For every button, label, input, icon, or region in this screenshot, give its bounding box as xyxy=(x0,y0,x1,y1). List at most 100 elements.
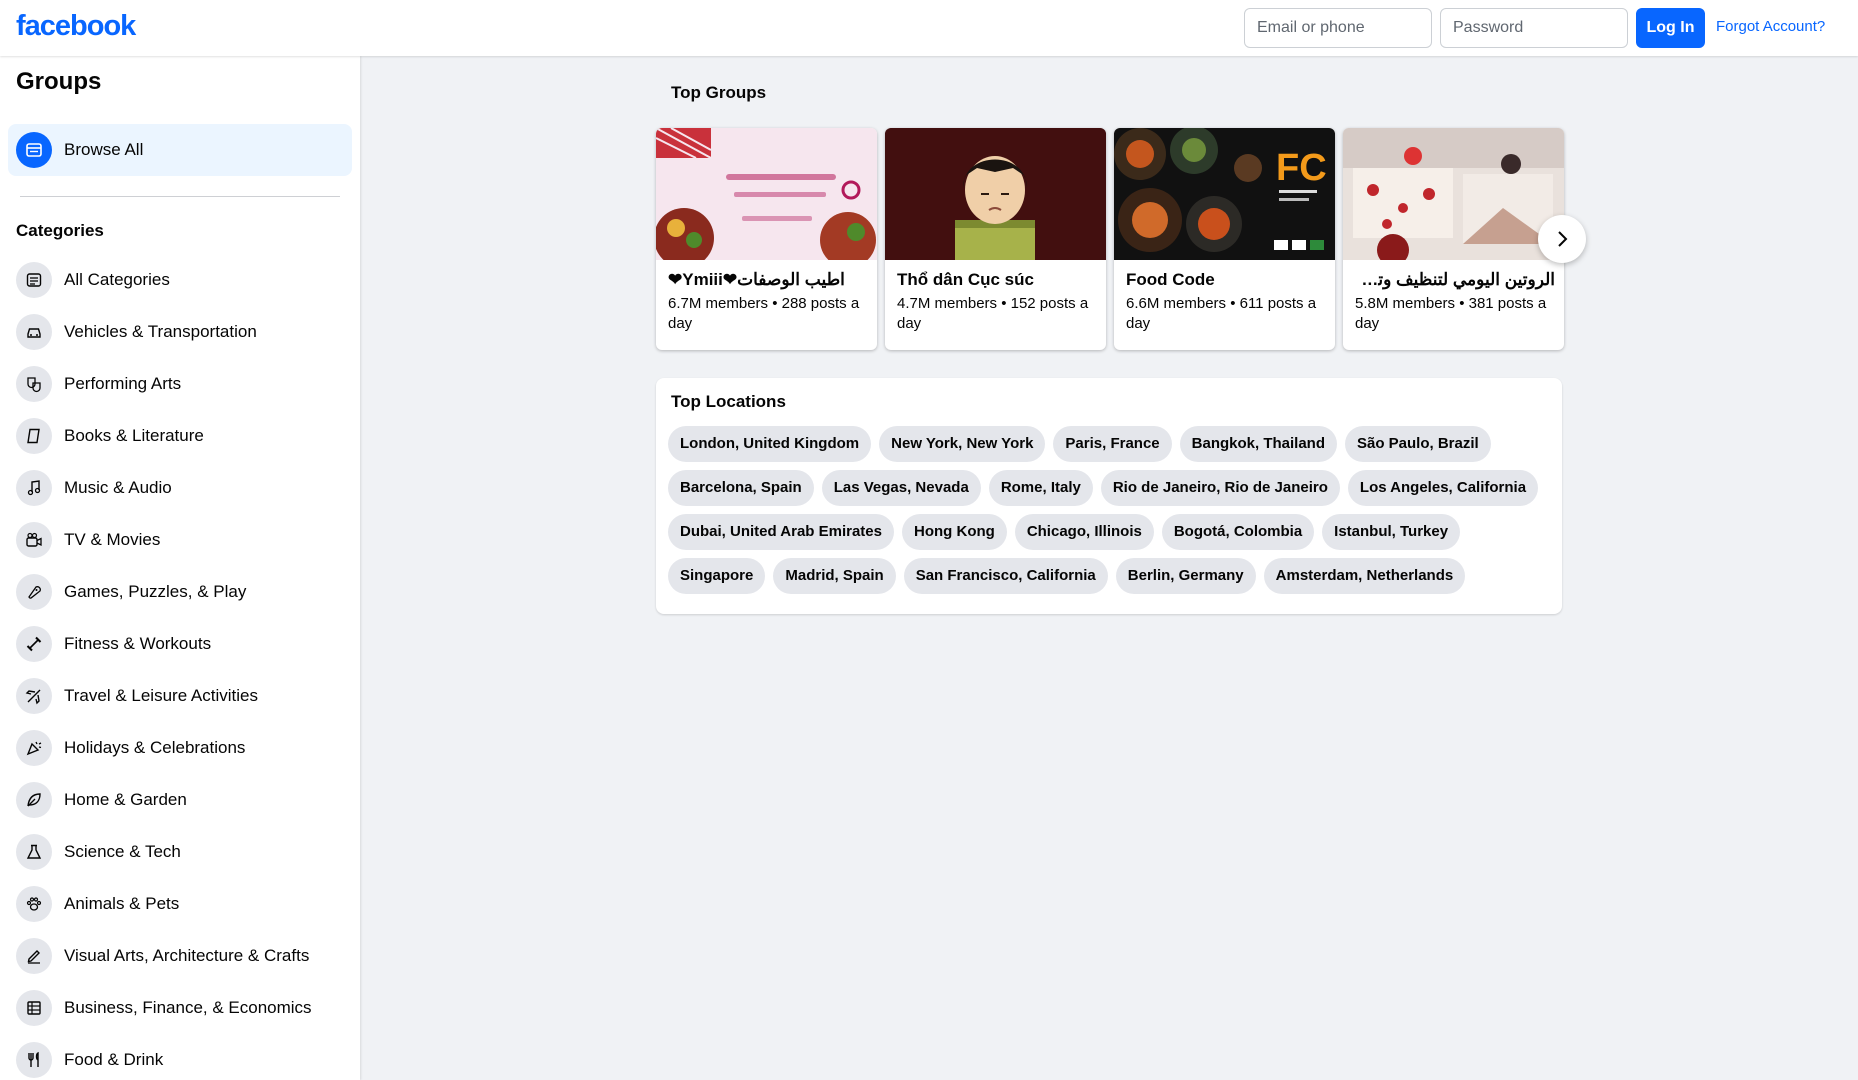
book-icon xyxy=(16,418,52,454)
pen-icon xyxy=(16,938,52,974)
category-item-books[interactable]: Books & Literature xyxy=(8,410,352,462)
category-label: All Categories xyxy=(64,270,170,289)
category-label: Books & Literature xyxy=(64,426,204,445)
password-field[interactable] xyxy=(1440,8,1628,48)
category-label: Holidays & Celebrations xyxy=(64,738,246,757)
location-row: Barcelona, Spain Las Vegas, Nevada Rome,… xyxy=(668,470,1539,506)
category-label: Visual Arts, Architecture & Crafts xyxy=(64,946,310,965)
category-item-fitness[interactable]: Fitness & Workouts xyxy=(8,618,352,670)
location-row: Singapore Madrid, Spain San Francisco, C… xyxy=(668,558,1466,594)
location-chip[interactable]: Hong Kong xyxy=(902,514,1007,550)
top-locations-title: Top Locations xyxy=(671,392,786,411)
dumbbell-icon xyxy=(16,626,52,662)
sidebar: Groups Browse All Categories All Categor… xyxy=(0,56,360,1080)
category-item-all[interactable]: All Categories xyxy=(8,254,352,306)
category-label: Performing Arts xyxy=(64,374,182,393)
category-item-performing-arts[interactable]: Performing Arts xyxy=(8,358,352,410)
party-popper-icon xyxy=(16,730,52,766)
group-cover-image xyxy=(1343,128,1564,260)
category-label: Food & Drink xyxy=(64,1050,164,1069)
category-item-food[interactable]: Food & Drink xyxy=(8,1034,352,1080)
location-row: London, United Kingdom New York, New Yor… xyxy=(668,426,1491,462)
flask-icon xyxy=(16,834,52,870)
log-in-button[interactable]: Log In xyxy=(1636,8,1705,48)
location-chip[interactable]: Bangkok, Thailand xyxy=(1179,426,1337,462)
page-title: Groups xyxy=(16,68,102,95)
category-label: Science & Tech xyxy=(64,842,181,861)
category-label: Music & Audio xyxy=(64,478,172,497)
category-label: TV & Movies xyxy=(64,530,161,549)
leaf-icon xyxy=(16,782,52,818)
group-name: الروتين اليومي لتنظيف وترتيب xyxy=(1355,270,1555,289)
location-chip[interactable]: Singapore xyxy=(668,558,766,594)
location-chip[interactable]: New York, New York xyxy=(879,426,1046,462)
location-chip[interactable]: Bogotá, Colombia xyxy=(1161,514,1315,550)
video-camera-icon xyxy=(16,522,52,558)
group-cover-image xyxy=(656,128,877,260)
location-chip[interactable]: São Paulo, Brazil xyxy=(1345,426,1491,462)
location-chip[interactable]: Berlin, Germany xyxy=(1115,558,1256,594)
location-chip[interactable]: Las Vegas, Nevada xyxy=(821,470,981,506)
group-cover-image: FC xyxy=(1114,128,1335,260)
group-card[interactable]: Thổ dân Cục súc 4.7M members • 152 posts… xyxy=(885,128,1106,350)
category-item-home-garden[interactable]: Home & Garden xyxy=(8,774,352,826)
email-field[interactable] xyxy=(1244,8,1432,48)
location-chip[interactable]: Barcelona, Spain xyxy=(668,470,814,506)
paw-icon xyxy=(16,886,52,922)
category-item-music[interactable]: Music & Audio xyxy=(8,462,352,514)
category-item-business[interactable]: Business, Finance, & Economics xyxy=(8,982,352,1034)
location-chip[interactable]: Madrid, Spain xyxy=(773,558,896,594)
category-item-travel[interactable]: Travel & Leisure Activities xyxy=(8,670,352,722)
location-chip[interactable]: Chicago, Illinois xyxy=(1014,514,1154,550)
group-meta: 6.6M members • 611 posts a day xyxy=(1126,295,1317,332)
category-item-science[interactable]: Science & Tech xyxy=(8,826,352,878)
group-meta: 6.7M members • 288 posts a day xyxy=(668,295,860,332)
category-item-visual-arts[interactable]: Visual Arts, Architecture & Crafts xyxy=(8,930,352,982)
category-item-vehicles[interactable]: Vehicles & Transportation xyxy=(8,306,352,358)
forgot-account-link[interactable]: Forgot Account? xyxy=(1716,18,1825,35)
ledger-icon xyxy=(16,990,52,1026)
group-card[interactable]: ❤Ymiii❤اطيب الوصفات 6.7M members • 288 p… xyxy=(656,128,877,350)
group-card[interactable]: FC Food Code 6.6M members • 611 posts a … xyxy=(1114,128,1335,350)
top-locations-panel: Top Locations London, United Kingdom New… xyxy=(656,378,1562,614)
group-card[interactable]: الروتين اليومي لتنظيف وترتيب 5.8M member… xyxy=(1343,128,1564,350)
location-chip[interactable]: Istanbul, Turkey xyxy=(1322,514,1461,550)
category-item-tv-movies[interactable]: TV & Movies xyxy=(8,514,352,566)
airplane-icon xyxy=(16,678,52,714)
facebook-logo[interactable]: facebook xyxy=(16,10,136,43)
location-chip[interactable]: Rio de Janeiro, Rio de Janeiro xyxy=(1100,470,1340,506)
divider xyxy=(20,196,340,197)
category-label: Fitness & Workouts xyxy=(64,634,212,653)
category-list: All Categories Vehicles & Transportation… xyxy=(8,254,352,1080)
car-icon xyxy=(16,314,52,350)
group-meta: 5.8M members • 381 posts a day xyxy=(1355,295,1547,332)
browse-all-label: Browse All xyxy=(64,140,144,159)
category-label: Travel & Leisure Activities xyxy=(64,686,258,705)
group-name: ❤Ymiii❤اطيب الوصفات xyxy=(668,270,845,289)
location-chip[interactable]: Dubai, United Arab Emirates xyxy=(668,514,894,550)
top-bar: facebook Log In Forgot Account? xyxy=(0,0,1858,56)
category-label: Home & Garden xyxy=(64,790,187,809)
browse-all-item[interactable]: Browse All xyxy=(8,124,352,176)
grid-list-icon xyxy=(16,262,52,298)
music-note-icon xyxy=(16,470,52,506)
location-chip[interactable]: Rome, Italy xyxy=(988,470,1093,506)
top-groups-title: Top Groups xyxy=(671,83,767,102)
location-chip[interactable]: Paris, France xyxy=(1053,426,1172,462)
location-chip[interactable]: London, United Kingdom xyxy=(668,426,872,462)
category-item-animals[interactable]: Animals & Pets xyxy=(8,878,352,930)
browse-all-icon xyxy=(16,132,52,168)
categories-heading: Categories xyxy=(16,221,104,240)
category-label: Vehicles & Transportation xyxy=(64,322,257,341)
carousel-next-button[interactable] xyxy=(1538,215,1586,263)
chevron-right-icon xyxy=(1558,231,1568,247)
category-item-games[interactable]: Games, Puzzles, & Play xyxy=(8,566,352,618)
group-cover-image xyxy=(885,128,1106,260)
theater-masks-icon xyxy=(16,366,52,402)
location-chip[interactable]: Los Angeles, California xyxy=(1347,470,1539,506)
location-row: Dubai, United Arab Emirates Hong Kong Ch… xyxy=(668,514,1461,550)
category-label: Games, Puzzles, & Play xyxy=(64,582,247,601)
category-item-holidays[interactable]: Holidays & Celebrations xyxy=(8,722,352,774)
location-chip[interactable]: Amsterdam, Netherlands xyxy=(1263,558,1466,594)
location-chip[interactable]: San Francisco, California xyxy=(903,558,1108,594)
